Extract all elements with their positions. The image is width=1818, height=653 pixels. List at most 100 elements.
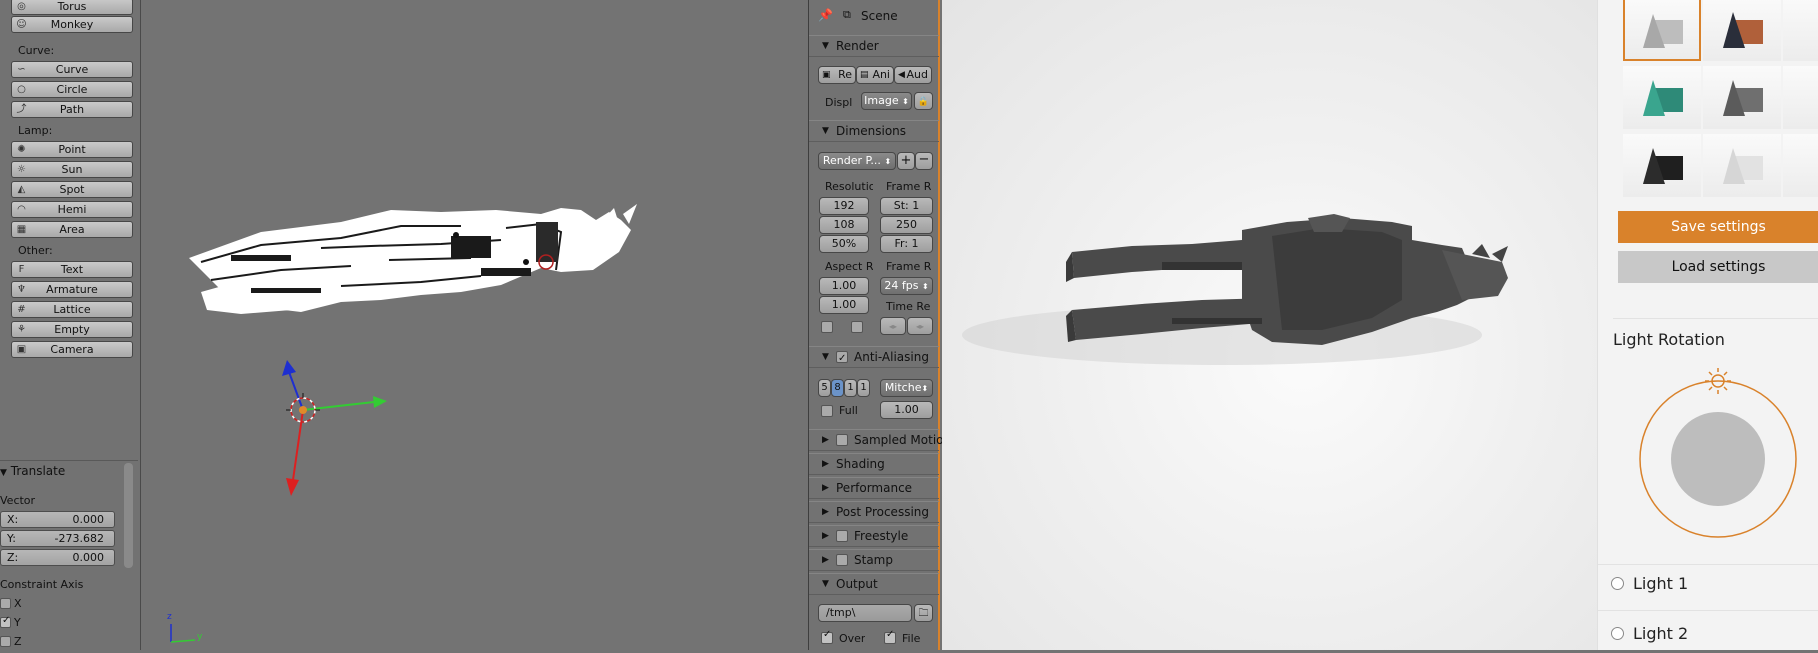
stamp-checkbox[interactable]: [836, 554, 848, 566]
filter-size-field[interactable]: 1.00: [880, 401, 933, 419]
anti-aliasing-checkbox[interactable]: ✓: [836, 351, 848, 364]
render-preset-select[interactable]: Render P... ⬍: [818, 152, 896, 170]
frame-rate-select[interactable]: 24 fps ⬍: [880, 277, 933, 295]
material-preset-black[interactable]: [1623, 134, 1701, 197]
dimensions-panel-header[interactable]: ▼ Dimensions: [809, 120, 939, 142]
material-preset-partial-1[interactable]: [1783, 0, 1818, 61]
vector-x-field[interactable]: X: 0.000: [0, 511, 115, 528]
aa-filter-select[interactable]: Mitche⬍: [880, 379, 933, 397]
remove-preset-button[interactable]: −: [915, 152, 933, 170]
material-preset-partial-2[interactable]: [1783, 66, 1818, 129]
add-torus-button[interactable]: ◎ Torus: [11, 0, 133, 15]
light-2-radio[interactable]: [1611, 627, 1624, 640]
frame-end-field[interactable]: 250: [880, 216, 933, 234]
add-area-lamp-button[interactable]: ▦ Area: [11, 221, 133, 238]
collapsed-triangle-icon: ▶: [822, 507, 829, 517]
freestyle-checkbox[interactable]: [836, 530, 848, 542]
material-preset-gray[interactable]: [1623, 0, 1701, 61]
frame-step-field[interactable]: Fr: 1: [880, 235, 933, 253]
material-preset-light[interactable]: [1703, 134, 1781, 197]
full-sample-checkbox[interactable]: [821, 405, 833, 417]
freestyle-panel-header[interactable]: ▶ Freestyle: [809, 525, 939, 547]
vector-y-field[interactable]: Y: -273.682: [0, 530, 115, 547]
add-sun-lamp-button[interactable]: ☼ Sun: [11, 161, 133, 178]
material-preset-teal[interactable]: [1623, 66, 1701, 129]
render-panel-header[interactable]: ▼ Render: [809, 35, 939, 57]
add-path-button[interactable]: ⤴ Path: [11, 101, 133, 118]
add-empty-button[interactable]: ⚘ Empty: [11, 321, 133, 338]
aspect-x-field[interactable]: 1.00: [819, 277, 869, 295]
point-lamp-icon: ✺: [17, 144, 26, 155]
light-rotation-label: Light Rotation: [1613, 330, 1725, 349]
aspect-y-field[interactable]: 1.00: [819, 296, 869, 314]
add-camera-button[interactable]: ▣ Camera: [11, 341, 133, 358]
translate-title: Translate: [10, 464, 66, 478]
anti-aliasing-panel-header[interactable]: ▼ ✓ Anti-Aliasing: [809, 346, 939, 368]
preset-value: Render P...: [822, 154, 881, 167]
render-canvas: [962, 214, 1508, 365]
constraint-x-checkbox[interactable]: [0, 598, 11, 609]
add-circle-button[interactable]: ○ Circle: [11, 81, 133, 98]
aa-samples-11[interactable]: 1: [844, 379, 857, 397]
vector-z-field[interactable]: Z: 0.000: [0, 549, 115, 566]
material-preset-copper[interactable]: [1703, 0, 1781, 61]
material-preset-partial-3[interactable]: [1783, 134, 1818, 197]
3d-viewport[interactable]: z y: [141, 0, 808, 650]
render-still-button[interactable]: ▣ Re: [818, 66, 856, 84]
file-extensions-checkbox[interactable]: ✓: [884, 629, 896, 644]
stamp-panel-header[interactable]: ▶ Stamp: [809, 549, 939, 571]
add-point-lamp-button[interactable]: ✺ Point: [11, 141, 133, 158]
aa-samples-5[interactable]: 5: [818, 379, 831, 397]
add-lattice-button[interactable]: # Lattice: [11, 301, 133, 318]
performance-panel-header[interactable]: ▶ Performance: [809, 477, 939, 499]
render-animation-button[interactable]: ▤ Ani: [856, 66, 894, 84]
add-curve-button[interactable]: ∽ Curve: [11, 61, 133, 78]
shading-panel-header[interactable]: ▶ Shading: [809, 453, 939, 475]
pin-icon[interactable]: 📌: [818, 8, 833, 22]
checkmark-icon: ✓: [2, 615, 11, 626]
add-spot-lamp-button[interactable]: ◭ Spot: [11, 181, 133, 198]
add-armature-button[interactable]: ♆ Armature: [11, 281, 133, 298]
output-panel-header[interactable]: ▼ Output: [809, 573, 939, 595]
post-processing-label: Post Processing: [836, 505, 929, 519]
add-monkey-button[interactable]: ☺ Monkey: [11, 16, 133, 33]
lock-interface-button[interactable]: 🔒: [914, 92, 933, 110]
resolution-percent-field[interactable]: 50%: [819, 235, 869, 253]
add-preset-button[interactable]: +: [897, 152, 915, 170]
render-audio-button[interactable]: ◀ Aud: [894, 66, 932, 84]
overwrite-checkbox[interactable]: ✓: [821, 629, 833, 644]
render-preview-viewport[interactable]: [942, 0, 1597, 650]
output-path-field[interactable]: /tmp\: [818, 604, 912, 622]
save-settings-button[interactable]: Save settings: [1618, 211, 1818, 243]
torus-icon: ◎: [17, 1, 26, 12]
material-preset-dark-gray[interactable]: [1703, 66, 1781, 129]
3d-cursor[interactable]: [286, 393, 320, 423]
frame-start-field[interactable]: St: 1: [880, 197, 933, 215]
motion-blur-checkbox[interactable]: [836, 434, 848, 446]
sun-label: Sun: [61, 163, 83, 176]
constraint-z-checkbox[interactable]: [0, 636, 11, 647]
transform-gizmo[interactable]: [282, 360, 387, 496]
output-path-value: /tmp\: [826, 606, 856, 619]
browse-output-button[interactable]: 🗀: [914, 604, 933, 622]
add-hemi-lamp-button[interactable]: ◠ Hemi: [11, 201, 133, 218]
time-remap-old-field[interactable]: ◂▸: [880, 317, 906, 335]
light-1-radio[interactable]: [1611, 577, 1624, 590]
resolution-y-field[interactable]: 108: [819, 216, 869, 234]
light-rotation-dial[interactable]: [1638, 362, 1818, 542]
sampled-motion-blur-header[interactable]: ▶ Sampled Motio: [809, 429, 944, 451]
post-processing-panel-header[interactable]: ▶ Post Processing: [809, 501, 939, 523]
time-remap-new-field[interactable]: ◂▸: [907, 317, 933, 335]
panel-scrollbar[interactable]: [124, 463, 133, 568]
aa-samples-8[interactable]: 8: [831, 379, 844, 397]
border-checkbox[interactable]: [821, 321, 833, 333]
aa-sample-5-label: 5: [821, 382, 828, 393]
operator-title[interactable]: ▼ Translate: [0, 464, 65, 478]
constraint-y-checkbox[interactable]: ✓: [0, 615, 11, 628]
resolution-x-field[interactable]: 192: [819, 197, 869, 215]
load-settings-button[interactable]: Load settings: [1618, 251, 1818, 283]
crop-checkbox[interactable]: [851, 321, 863, 333]
display-select[interactable]: Image ⬍: [861, 92, 912, 110]
aa-samples-16[interactable]: 1: [857, 379, 870, 397]
add-text-button[interactable]: F Text: [11, 261, 133, 278]
